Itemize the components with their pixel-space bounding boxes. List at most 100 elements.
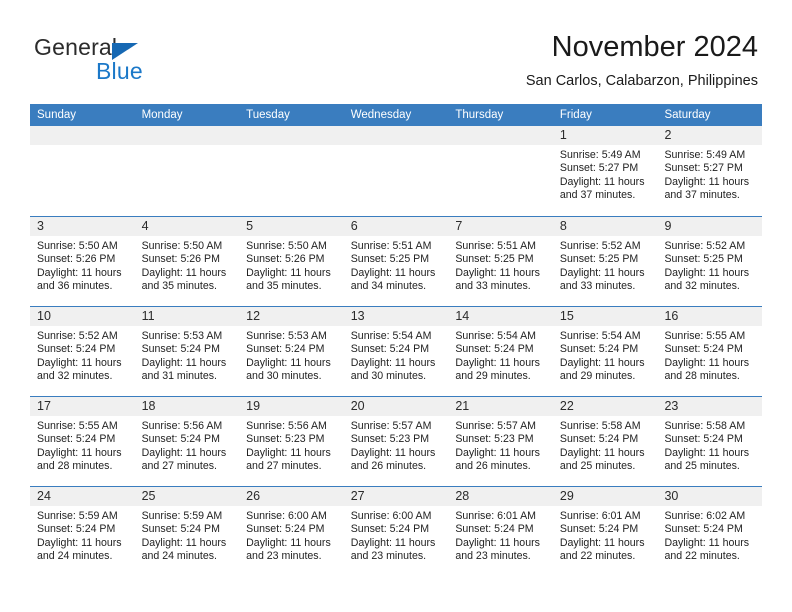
calendar-day-cell[interactable]: 29 Sunrise: 6:01 AM Sunset: 5:24 PM Dayligh… <box>552 487 658 576</box>
day-sun-info: Sunrise: 5:59 AM Sunset: 5:24 PM Daylight:… <box>30 506 135 563</box>
calendar-day-cell[interactable]: 8 Sunrise: 5:52 AM Sunset: 5:25 PM Daylight… <box>552 217 658 306</box>
calendar-day-cell[interactable]: 9 Sunrise: 5:52 AM Sunset: 5:25 PM Daylight… <box>657 217 763 306</box>
weekday-header-saturday: Saturday <box>664 109 711 121</box>
sunrise-text: Sunrise: 5:50 AM <box>141 240 223 252</box>
day-number: 27 <box>343 487 449 506</box>
calendar-day-cell[interactable]: 6 Sunrise: 5:51 AM Sunset: 5:25 PM Daylight… <box>343 217 449 306</box>
sunrise-text: Sunrise: 6:01 AM <box>455 510 536 522</box>
sunrise-text: Sunrise: 5:52 AM <box>664 240 746 252</box>
day-sun-info: Sunrise: 5:59 AM Sunset: 5:24 PM Daylight:… <box>135 506 240 563</box>
daylight-text: Daylight: 11 hours and 34 minutes. <box>350 266 436 292</box>
day-sun-info: Sunrise: 5:57 AM Sunset: 5:23 PM Daylight:… <box>344 416 449 473</box>
day-sun-info: Sunrise: 5:52 AM Sunset: 5:25 PM Daylight:… <box>657 236 762 293</box>
calendar-day-cell[interactable]: 15 Sunrise: 5:54 AM Sunset: 5:24 PM Dayligh… <box>552 307 658 396</box>
day-sun-info: Sunrise: 6:00 AM Sunset: 5:24 PM Daylight:… <box>239 506 344 563</box>
day-sun-info: Sunrise: 5:57 AM Sunset: 5:23 PM Daylight:… <box>448 416 553 473</box>
calendar-day-cell[interactable]: 20 Sunrise: 5:57 AM Sunset: 5:23 PM Dayligh… <box>343 397 449 486</box>
calendar-day-cell[interactable]: 5 Sunrise: 5:50 AM Sunset: 5:26 PM Daylight… <box>239 217 344 306</box>
daylight-text: Daylight: 11 hours and 28 minutes. <box>664 356 750 382</box>
calendar-day-cell-empty <box>448 126 553 216</box>
calendar-day-cell[interactable]: 11 Sunrise: 5:53 AM Sunset: 5:24 PM Dayligh… <box>134 307 240 396</box>
sunrise-text: Sunrise: 5:59 AM <box>141 510 223 522</box>
calendar-day-cell[interactable]: 4 Sunrise: 5:50 AM Sunset: 5:26 PM Daylight… <box>134 217 240 306</box>
day-number: 20 <box>343 397 449 416</box>
calendar-page: General Blue November 2024 San Carlos, C… <box>0 0 792 612</box>
daylight-text: Daylight: 11 hours and 27 minutes. <box>141 446 227 472</box>
day-number: 9 <box>657 217 763 236</box>
title-block: November 2024 San Carlos, Calabarzon, Ph… <box>526 30 758 90</box>
day-sun-info: Sunrise: 5:54 AM Sunset: 5:24 PM Daylight:… <box>553 326 658 383</box>
general-blue-logo[interactable]: General Blue <box>34 34 244 90</box>
calendar-day-cell[interactable]: 14 Sunrise: 5:54 AM Sunset: 5:24 PM Dayligh… <box>448 307 553 396</box>
daylight-text: Daylight: 11 hours and 37 minutes. <box>664 175 750 201</box>
calendar-day-cell[interactable]: 25 Sunrise: 5:59 AM Sunset: 5:24 PM Dayligh… <box>134 487 240 576</box>
calendar-day-cell[interactable]: 18 Sunrise: 5:56 AM Sunset: 5:24 PM Dayligh… <box>134 397 240 486</box>
sunset-text: Sunset: 5:24 PM <box>246 343 325 356</box>
daylight-text: Daylight: 11 hours and 30 minutes. <box>246 356 331 382</box>
calendar-day-cell[interactable]: 28 Sunrise: 6:01 AM Sunset: 5:24 PM Dayligh… <box>448 487 553 576</box>
day-sun-info: Sunrise: 5:53 AM Sunset: 5:24 PM Daylight:… <box>135 326 240 383</box>
sunset-text: Sunset: 5:25 PM <box>559 253 639 266</box>
sunrise-text: Sunrise: 5:50 AM <box>37 240 118 252</box>
daylight-text: Daylight: 11 hours and 33 minutes. <box>559 266 645 292</box>
calendar-day-cell[interactable]: 26 Sunrise: 6:00 AM Sunset: 5:24 PM Dayligh… <box>239 487 344 576</box>
calendar-day-cell[interactable]: 1 Sunrise: 5:49 AM Sunset: 5:27 PM Daylight… <box>552 126 658 216</box>
weekday-header-tuesday: Tuesday <box>246 109 290 121</box>
day-number: 28 <box>448 487 553 506</box>
sunset-text: Sunset: 5:24 PM <box>664 433 743 446</box>
sunrise-text: Sunrise: 5:59 AM <box>37 510 118 522</box>
daylight-text: Daylight: 11 hours and 33 minutes. <box>455 266 540 292</box>
sunrise-text: Sunrise: 5:53 AM <box>246 330 327 342</box>
day-number: 22 <box>552 397 658 416</box>
calendar-day-cell[interactable]: 27 Sunrise: 6:00 AM Sunset: 5:24 PM Dayligh… <box>343 487 449 576</box>
daylight-text: Daylight: 11 hours and 37 minutes. <box>559 175 645 201</box>
sunrise-text: Sunrise: 5:56 AM <box>141 420 223 432</box>
calendar-day-cell[interactable]: 16 Sunrise: 5:55 AM Sunset: 5:24 PM Dayligh… <box>657 307 763 396</box>
day-sun-info: Sunrise: 6:01 AM Sunset: 5:24 PM Daylight:… <box>553 506 658 563</box>
sunset-text: Sunset: 5:24 PM <box>350 523 430 536</box>
day-number: 4 <box>134 217 240 236</box>
daylight-text: Daylight: 11 hours and 35 minutes. <box>246 266 331 292</box>
calendar-day-cell[interactable]: 17 Sunrise: 5:55 AM Sunset: 5:24 PM Dayligh… <box>30 397 135 486</box>
sunset-text: Sunset: 5:24 PM <box>37 343 116 356</box>
calendar-week-row: 3 Sunrise: 5:50 AM Sunset: 5:26 PM Daylight… <box>30 216 763 306</box>
sunrise-text: Sunrise: 5:55 AM <box>37 420 118 432</box>
calendar-day-cell[interactable]: 12 Sunrise: 5:53 AM Sunset: 5:24 PM Dayligh… <box>239 307 344 396</box>
sunrise-text: Sunrise: 5:49 AM <box>559 149 641 161</box>
daylight-text: Daylight: 11 hours and 24 minutes. <box>141 536 227 562</box>
day-sun-info: Sunrise: 5:49 AM Sunset: 5:27 PM Daylight:… <box>553 145 658 202</box>
daylight-text: Daylight: 11 hours and 22 minutes. <box>559 536 645 562</box>
daylight-text: Daylight: 11 hours and 25 minutes. <box>664 446 750 472</box>
calendar-day-cell[interactable]: 30 Sunrise: 6:02 AM Sunset: 5:24 PM Dayligh… <box>657 487 763 576</box>
day-number: 16 <box>657 307 763 326</box>
sunset-text: Sunset: 5:24 PM <box>559 343 639 356</box>
day-sun-info: Sunrise: 5:58 AM Sunset: 5:24 PM Daylight:… <box>553 416 658 473</box>
day-sun-info: Sunrise: 5:50 AM Sunset: 5:26 PM Daylight:… <box>135 236 240 293</box>
calendar-day-cell[interactable]: 22 Sunrise: 5:58 AM Sunset: 5:24 PM Dayligh… <box>552 397 658 486</box>
calendar-day-cell[interactable]: 10 Sunrise: 5:52 AM Sunset: 5:24 PM Dayligh… <box>30 307 135 396</box>
day-number: 18 <box>134 397 240 416</box>
calendar-day-cell[interactable]: 24 Sunrise: 5:59 AM Sunset: 5:24 PM Dayligh… <box>30 487 135 576</box>
page-header: General Blue November 2024 San Carlos, C… <box>0 0 792 104</box>
day-number: 25 <box>134 487 240 506</box>
day-sun-info: Sunrise: 5:58 AM Sunset: 5:24 PM Daylight:… <box>657 416 762 473</box>
sunrise-text: Sunrise: 5:58 AM <box>664 420 746 432</box>
sunset-text: Sunset: 5:24 PM <box>141 523 220 536</box>
calendar-day-cell[interactable]: 23 Sunrise: 5:58 AM Sunset: 5:24 PM Dayligh… <box>657 397 763 486</box>
day-sun-info: Sunrise: 5:49 AM Sunset: 5:27 PM Daylight:… <box>657 145 762 202</box>
weekday-header-sunday: Sunday <box>37 109 77 121</box>
calendar-grid: Sunday Monday Tuesday Wednesday Thursday Frid… <box>30 104 763 576</box>
calendar-day-cell[interactable]: 7 Sunrise: 5:51 AM Sunset: 5:25 PM Daylight… <box>448 217 553 306</box>
sunset-text: Sunset: 5:25 PM <box>664 253 743 266</box>
day-sun-info: Sunrise: 5:56 AM Sunset: 5:24 PM Daylight:… <box>135 416 240 473</box>
calendar-day-cell[interactable]: 19 Sunrise: 5:56 AM Sunset: 5:23 PM Dayligh… <box>239 397 344 486</box>
sunrise-text: Sunrise: 6:00 AM <box>246 510 327 522</box>
sunset-text: Sunset: 5:26 PM <box>141 253 220 266</box>
calendar-day-cell[interactable]: 13 Sunrise: 5:54 AM Sunset: 5:24 PM Dayligh… <box>343 307 449 396</box>
sunset-text: Sunset: 5:24 PM <box>246 523 325 536</box>
calendar-day-cell[interactable]: 2 Sunrise: 5:49 AM Sunset: 5:27 PM Daylight… <box>657 126 763 216</box>
sunset-text: Sunset: 5:24 PM <box>141 343 220 356</box>
sunrise-text: Sunrise: 6:01 AM <box>559 510 641 522</box>
calendar-day-cell[interactable]: 3 Sunrise: 5:50 AM Sunset: 5:26 PM Daylight… <box>30 217 135 306</box>
calendar-day-cell[interactable]: 21 Sunrise: 5:57 AM Sunset: 5:23 PM Dayligh… <box>448 397 553 486</box>
